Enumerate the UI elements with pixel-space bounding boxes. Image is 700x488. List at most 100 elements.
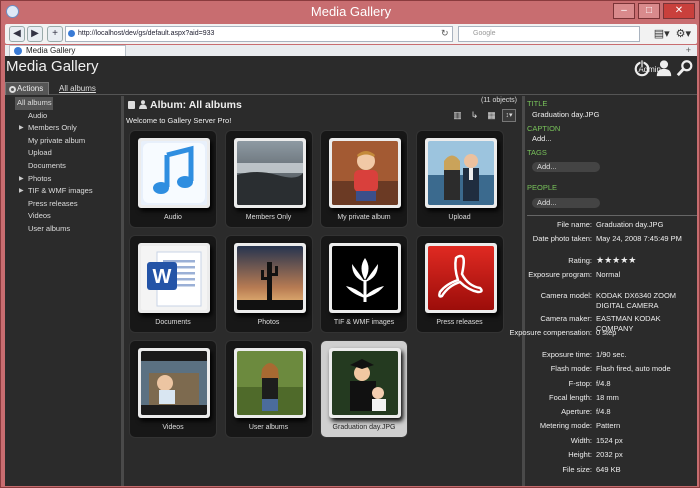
tree-node[interactable]: All albums — [15, 97, 53, 110]
user-profile-icon[interactable] — [655, 59, 673, 77]
tree-node-label: Documents — [28, 160, 66, 170]
tab-site-icon — [14, 47, 22, 55]
media-item[interactable]: Photos — [224, 235, 313, 333]
tree-node-label: TIF & WMF images — [28, 186, 93, 196]
sort-button[interactable]: ↕▾ — [502, 109, 516, 122]
tree-node-label: My private album — [28, 135, 86, 145]
thumbnail[interactable] — [233, 348, 306, 418]
actions-label: Actions — [17, 84, 44, 93]
thumbnail[interactable] — [329, 138, 401, 208]
tree-node[interactable]: Press releases — [15, 198, 119, 211]
metadata-key: Metering mode: — [539, 421, 592, 430]
tree-node[interactable]: Upload — [15, 147, 119, 160]
tree-node[interactable]: ▶ Members Only — [15, 122, 119, 135]
people-input[interactable]: Add... — [532, 198, 600, 208]
album-toolbar: ▥ ↳ ▦ ↕▾ — [451, 109, 516, 122]
tree-node[interactable]: Videos — [15, 210, 119, 223]
svg-text:W: W — [153, 266, 172, 288]
media-item[interactable]: Upload — [415, 130, 504, 228]
back-button[interactable]: ◀ — [9, 26, 25, 42]
media-item[interactable]: Graduation day.JPG — [320, 340, 408, 438]
thumbnail[interactable] — [233, 138, 306, 208]
couple-photo-image — [427, 141, 494, 205]
album-title: Album: All albums — [150, 99, 242, 111]
logout-power-icon[interactable] — [633, 59, 651, 77]
expand-arrow-icon[interactable]: ▶ — [19, 122, 24, 134]
title-label: TITLE — [527, 99, 548, 108]
thumbnail[interactable] — [329, 243, 401, 313]
slideshow-icon[interactable]: ▥ — [451, 109, 464, 122]
metadata-value: f/4.8 — [596, 407, 611, 416]
tab-media-gallery[interactable]: Media Gallery — [9, 45, 126, 56]
metadata-key: File size: — [562, 465, 592, 474]
tree-node-label: All albums — [17, 98, 52, 107]
calendar-icon[interactable]: ▦ — [485, 109, 498, 122]
media-item[interactable]: Audio — [129, 130, 217, 228]
music-note-image — [141, 141, 207, 205]
expand-arrow-icon[interactable]: ▶ — [19, 185, 24, 197]
media-item[interactable]: User albums — [224, 340, 313, 438]
tree-node[interactable]: My private album — [15, 135, 119, 148]
album-tree: All albums Audio ▶ Members Only My private a… — [15, 97, 119, 236]
thumbnail[interactable] — [424, 138, 497, 208]
minimize-button[interactable]: – — [613, 3, 635, 19]
tree-node[interactable]: ▶ TIF & WMF images — [15, 185, 119, 198]
new-tab-button[interactable]: + — [686, 45, 691, 55]
metadata-value: Flash fired, auto mode — [596, 364, 671, 373]
add-favorite-button[interactable]: + — [47, 26, 63, 42]
address-bar[interactable]: http://localhost/dev/gs/default.aspx?aid… — [65, 26, 453, 42]
breadcrumb[interactable]: All albums — [59, 84, 96, 93]
tree-node-label: Members Only — [28, 123, 77, 133]
metadata-value: Pattern — [596, 421, 621, 430]
media-item[interactable]: My private album — [320, 130, 408, 228]
metadata-value: 0 step — [596, 328, 617, 337]
thumbnail[interactable] — [329, 348, 401, 418]
media-item[interactable]: Videos — [129, 340, 217, 438]
graduate-photo-image — [332, 351, 398, 415]
media-item[interactable]: Members Only — [224, 130, 313, 228]
caption-label: CAPTION — [527, 124, 561, 133]
title-value[interactable]: Graduation day.JPG — [532, 110, 599, 119]
gear-icon — [9, 86, 16, 93]
metadata-value: 18 mm — [596, 393, 619, 402]
tree-node[interactable]: Documents — [15, 160, 119, 173]
misty-landscape-image — [236, 141, 303, 205]
thumbnail[interactable] — [424, 243, 497, 313]
close-button[interactable]: ✕ — [663, 3, 695, 19]
tags-input[interactable]: Add... — [532, 162, 600, 172]
tree-node-label: Upload — [28, 148, 52, 158]
tree-node[interactable]: Audio — [15, 110, 119, 123]
actions-menu[interactable]: Actions — [5, 82, 49, 95]
media-item[interactable]: TIF & WMF images — [320, 235, 408, 333]
page-menu-icon[interactable]: ▤▾ — [654, 27, 670, 40]
move-icon[interactable]: ↳ — [468, 109, 481, 122]
thumbnail[interactable] — [233, 243, 306, 313]
refresh-icon[interactable]: ↻ — [441, 28, 449, 39]
media-item[interactable]: W Documents — [129, 235, 217, 333]
caption-add[interactable]: Add... — [532, 134, 552, 143]
left-splitter[interactable] — [121, 96, 124, 486]
tree-node-label: Press releases — [28, 198, 78, 208]
child-photo-image — [332, 141, 398, 205]
object-count: (11 objects) — [480, 97, 517, 104]
thumbnail[interactable] — [138, 138, 210, 208]
properties-panel: TITLE Graduation day.JPG CAPTION Add... … — [509, 96, 697, 486]
tools-gear-icon[interactable]: ⚙▾ — [676, 27, 691, 40]
thumbnail[interactable] — [138, 348, 210, 418]
search-icon[interactable] — [676, 59, 694, 77]
media-item[interactable]: Press releases — [415, 235, 504, 333]
tree-node[interactable]: ▶ Photos — [15, 173, 119, 186]
search-input[interactable]: Google — [458, 26, 640, 42]
forward-button[interactable]: ▶ — [27, 26, 43, 42]
rating-stars[interactable]: ★★★★★ — [596, 255, 697, 266]
metadata-key: Exposure time: — [541, 350, 592, 359]
metadata-key: Aperture: — [561, 407, 592, 416]
tags-label: TAGS — [527, 148, 547, 157]
metadata-key: Exposure program: — [528, 270, 592, 279]
window-title: Media Gallery — [310, 4, 392, 19]
maximize-button[interactable]: □ — [638, 3, 660, 19]
tree-node[interactable]: User albums — [15, 223, 119, 236]
metadata-key: Height: — [568, 450, 592, 459]
thumbnail[interactable]: W — [138, 243, 210, 313]
expand-arrow-icon[interactable]: ▶ — [19, 173, 24, 185]
